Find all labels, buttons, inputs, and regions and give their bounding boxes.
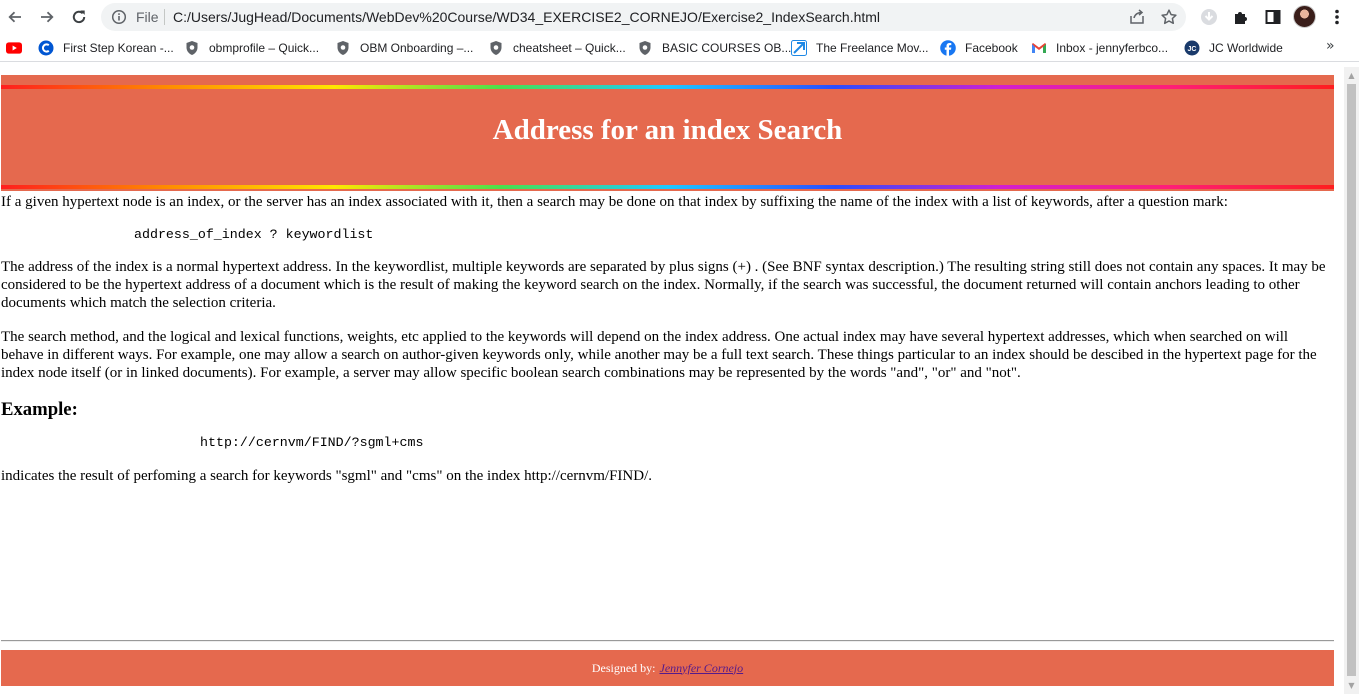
bookmark-label: Inbox - jennyferbco... — [1056, 41, 1169, 55]
side-panel-icon[interactable] — [1261, 5, 1285, 29]
scrollbar-thumb[interactable] — [1347, 84, 1356, 676]
facebook-icon — [940, 40, 956, 56]
example-paragraph: indicates the result of perfoming a sear… — [1, 468, 653, 484]
address-paragraph: The address of the index is a normal hyp… — [1, 259, 1326, 311]
example-heading: Example: — [1, 399, 78, 420]
shield-icon — [184, 40, 200, 56]
page-content: If a given hypertext node is an index, o… — [1, 191, 1331, 485]
bookmark-label: BASIC COURSES OB... — [662, 41, 792, 55]
puzzle-icon[interactable] — [1229, 5, 1253, 29]
bookmark-label: OBM Onboarding –... — [360, 41, 474, 55]
footer-rule — [1, 640, 1334, 642]
bookmark-label: The Freelance Mov... — [816, 41, 929, 55]
bookmark-label: Facebook — [965, 41, 1018, 55]
bookmark-label: First Step Korean -... — [63, 41, 174, 55]
shield-icon — [488, 40, 504, 56]
youtube-icon — [6, 40, 22, 56]
profile-avatar[interactable] — [1293, 5, 1316, 28]
share-icon[interactable] — [1127, 7, 1147, 27]
bookmark-label: obmprofile – Quick... — [209, 41, 320, 55]
page-title: Address for an index Search — [492, 114, 843, 146]
shield-icon — [335, 40, 351, 56]
bookmark-obm-onboarding[interactable]: OBM Onboarding –... — [335, 39, 473, 57]
browser-toolbar: File C:/Users/JugHead/Documents/WebDev%2… — [0, 0, 1359, 34]
bookmark-facebook[interactable]: Facebook — [940, 39, 1018, 57]
syntax-code: address_of_index ? keywordlist — [134, 227, 374, 242]
search-method-paragraph: The search method, and the logical and l… — [1, 329, 1317, 381]
vertical-scrollbar[interactable]: ▲ ▼ — [1344, 67, 1359, 694]
url-text[interactable]: C:/Users/JugHead/Documents/WebDev%20Cour… — [173, 9, 880, 25]
scroll-up-arrow-icon[interactable]: ▲ — [1344, 68, 1359, 83]
page-document: Address for an index Search If a given h… — [0, 67, 1344, 694]
svg-text:JC: JC — [1188, 46, 1197, 53]
bookmark-label: JC Worldwide — [1209, 41, 1283, 55]
page-header: Address for an index Search — [1, 75, 1334, 191]
back-arrow-icon[interactable] — [3, 5, 27, 29]
example-code: http://cernvm/FIND/?sgml+cms — [200, 435, 424, 450]
address-bar[interactable]: File C:/Users/JugHead/Documents/WebDev%2… — [101, 3, 1186, 31]
bookmark-gmail-inbox[interactable]: Inbox - jennyferbco... — [1031, 39, 1168, 57]
shield-icon — [637, 40, 653, 56]
omnibox-divider — [164, 9, 165, 25]
info-icon[interactable] — [110, 8, 128, 26]
bookmarks-bar: First Step Korean -... obmprofile – Quic… — [0, 34, 1359, 62]
gmail-icon — [1031, 40, 1047, 56]
freelance-icon — [791, 40, 807, 56]
page-viewport: Address for an index Search If a given h… — [0, 67, 1359, 694]
kebab-menu-icon[interactable] — [1325, 5, 1349, 29]
rainbow-divider — [1, 85, 1334, 89]
bookmark-jc-worldwide[interactable]: JC JC Worldwide — [1184, 39, 1283, 57]
author-link[interactable]: Jennyfer Cornejo — [660, 661, 744, 676]
bookmark-first-step-korean[interactable]: First Step Korean -... — [38, 39, 174, 57]
intro-paragraph: If a given hypertext node is an index, o… — [1, 194, 1228, 210]
bookmarks-overflow-button[interactable]: » — [1326, 38, 1335, 54]
footer-label: Designed by: — [591, 660, 656, 675]
page-footer: Designed by: Jennyfer Cornejo — [1, 650, 1334, 686]
bookmark-basic-courses[interactable]: BASIC COURSES OB... — [637, 39, 791, 57]
forward-arrow-icon[interactable] — [35, 5, 59, 29]
star-icon[interactable] — [1159, 7, 1179, 27]
bookmark-label: cheatsheet – Quick... — [513, 41, 626, 55]
bookmark-youtube[interactable] — [6, 39, 31, 57]
scheme-label: File — [136, 9, 159, 25]
coursera-icon — [38, 40, 54, 56]
bookmark-cheatsheet[interactable]: cheatsheet – Quick... — [488, 39, 626, 57]
bookmark-obmprofile[interactable]: obmprofile – Quick... — [184, 39, 319, 57]
scroll-down-arrow-icon[interactable]: ▼ — [1344, 678, 1359, 693]
reload-icon[interactable] — [67, 5, 91, 29]
rainbow-divider — [1, 185, 1334, 189]
download-icon[interactable] — [1197, 5, 1221, 29]
jc-icon: JC — [1184, 40, 1200, 56]
bookmark-freelance-movement[interactable]: The Freelance Mov... — [791, 39, 929, 57]
